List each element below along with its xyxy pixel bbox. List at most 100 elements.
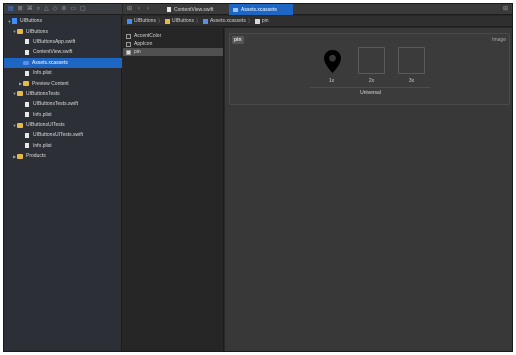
report-icon[interactable]: ▢ bbox=[80, 6, 86, 12]
asset-catalog-icon bbox=[202, 18, 208, 24]
tree-item-label: Preview Content bbox=[32, 80, 69, 87]
asset-item-label: AppIcon bbox=[134, 41, 153, 47]
tree-item-file[interactable]: Info.plist bbox=[4, 68, 122, 78]
image-set-icon bbox=[126, 49, 131, 55]
project-icon bbox=[12, 18, 17, 25]
asset-catalog-icon bbox=[23, 60, 29, 65]
swift-file-icon bbox=[25, 39, 29, 45]
symbol-icon[interactable]: ⌘ bbox=[27, 6, 33, 12]
chevron-right-icon: 〉 bbox=[157, 18, 163, 25]
tree-item-file[interactable]: UIButtonsApp.swift bbox=[4, 37, 122, 47]
image-set-name[interactable]: pin bbox=[232, 36, 244, 44]
breadcrumb-item[interactable]: Assets.xcassets bbox=[210, 18, 246, 24]
breadcrumb-item[interactable]: UIButtons bbox=[134, 18, 156, 24]
tree-item-label: UIButtonsUITests.swift bbox=[33, 132, 84, 139]
editor-area: ⊞ ‹ › ContentView.swift Assets.xcassets … bbox=[123, 4, 512, 351]
folder-icon bbox=[164, 18, 170, 24]
folder-icon bbox=[17, 29, 23, 35]
asset-list: AccentColor AppIcon pin bbox=[123, 28, 224, 351]
tree-item-label: Info.plist bbox=[33, 111, 52, 118]
tree-item-label: UIButtons bbox=[20, 18, 42, 25]
tree-item-label: ContentView.swift bbox=[33, 49, 73, 56]
asset-item-label: AccentColor bbox=[134, 33, 162, 39]
breadcrumb-item[interactable]: pin bbox=[262, 18, 269, 24]
tree-item-file[interactable]: UIButtonsUITests.swift bbox=[4, 130, 122, 140]
plist-file-icon bbox=[25, 112, 29, 118]
asset-item-appicon[interactable]: AppIcon bbox=[123, 40, 223, 48]
asset-item-accentcolor[interactable]: AccentColor bbox=[123, 32, 223, 40]
chevron-right-icon: 〉 bbox=[247, 18, 253, 25]
tab-contentview[interactable]: ContentView.swift bbox=[163, 4, 227, 15]
map-pin-icon bbox=[324, 50, 341, 73]
image-set-panel: pin Image 1x 2x 3x Universal bbox=[229, 33, 510, 105]
tab-assets[interactable]: Assets.xcassets bbox=[229, 4, 293, 15]
split-editor-icon[interactable]: ⊞ bbox=[503, 6, 508, 13]
search-icon[interactable]: ⌕ bbox=[37, 6, 40, 12]
tree-item-label: Assets.xcassets bbox=[32, 59, 68, 66]
asset-item-pin[interactable]: pin bbox=[123, 48, 223, 56]
tree-item-label: Info.plist bbox=[33, 142, 52, 149]
device-group-label: Universal bbox=[360, 90, 381, 96]
tab-label: ContentView.swift bbox=[174, 6, 214, 13]
xcode-window: ▤ ⊠ ⌘ ⌕ △ ◇ ⊜ ▭ ▢ ▼ UIButtons ▼ UIButton… bbox=[3, 3, 513, 352]
tree-item-label: UIButtonsTests.swift bbox=[33, 101, 79, 108]
breakpoint-icon[interactable]: ▭ bbox=[70, 6, 76, 12]
folder-icon bbox=[17, 122, 23, 128]
tree-item-file[interactable]: Info.plist bbox=[4, 141, 122, 151]
folder-icon bbox=[23, 81, 29, 87]
tree-item-label: Products bbox=[26, 153, 46, 160]
tree-item-file[interactable]: ContentView.swift bbox=[4, 47, 122, 57]
app-icon-set-icon bbox=[126, 41, 131, 47]
tree-item-file[interactable]: UIButtonsTests.swift bbox=[4, 99, 122, 109]
asset-catalog-icon bbox=[233, 7, 238, 12]
tree-item-file[interactable]: Info.plist bbox=[4, 110, 122, 120]
tree-item-folder[interactable]: ▼ UIButtonsUITests bbox=[4, 120, 122, 130]
swift-file-icon bbox=[25, 49, 29, 55]
chevron-right-icon[interactable]: › bbox=[147, 6, 149, 13]
swift-file-icon bbox=[25, 132, 29, 138]
tree-item-label: Info.plist bbox=[33, 70, 52, 77]
slot-label: 3x bbox=[408, 78, 415, 84]
tree-item-label: UIButtonsApp.swift bbox=[33, 38, 76, 45]
tree-item-folder[interactable]: ▶ Products bbox=[4, 151, 122, 161]
tree-item-label: UIButtons bbox=[26, 28, 48, 35]
image-set-type: Image bbox=[492, 37, 506, 43]
test-icon[interactable]: ◇ bbox=[53, 6, 58, 12]
breadcrumb: UIButtons 〉 UIButtons 〉 Assets.xcassets … bbox=[123, 16, 512, 27]
source-control-icon[interactable]: ⊠ bbox=[18, 6, 23, 12]
breadcrumb-item[interactable]: UIButtons bbox=[172, 18, 194, 24]
image-well-2x[interactable] bbox=[358, 47, 385, 74]
tree-item-folder[interactable]: ▼ UIButtons bbox=[4, 26, 122, 36]
tab-label: Assets.xcassets bbox=[241, 6, 277, 13]
tree-item-folder[interactable]: ▶ Preview Content bbox=[4, 78, 122, 88]
swift-file-icon bbox=[167, 7, 171, 12]
tree-item-assets[interactable]: Assets.xcassets bbox=[4, 57, 122, 68]
tree-item-project[interactable]: ▼ UIButtons bbox=[4, 16, 122, 26]
plist-file-icon bbox=[25, 143, 29, 149]
slot-label: 1x bbox=[328, 78, 335, 84]
divider bbox=[310, 87, 430, 88]
asset-canvas: pin Image 1x 2x 3x Universal bbox=[225, 28, 512, 351]
tree-item-label: UIButtonsTests bbox=[26, 90, 60, 97]
folder-icon bbox=[17, 153, 23, 159]
image-set-icon bbox=[254, 18, 260, 24]
project-icon bbox=[127, 18, 132, 24]
folder-icon bbox=[17, 91, 23, 97]
grid-icon[interactable]: ⊞ bbox=[127, 6, 132, 13]
debug-icon[interactable]: ⊜ bbox=[61, 6, 66, 12]
image-well-3x[interactable] bbox=[398, 47, 425, 74]
project-navigator: ▤ ⊠ ⌘ ⌕ △ ◇ ⊜ ▭ ▢ ▼ UIButtons ▼ UIButton… bbox=[4, 4, 122, 351]
issue-icon[interactable]: △ bbox=[44, 6, 49, 12]
swift-file-icon bbox=[25, 101, 29, 107]
tab-bar: ⊞ ‹ › ContentView.swift Assets.xcassets … bbox=[123, 4, 512, 15]
tree-item-label: UIButtonsUITests bbox=[26, 122, 65, 129]
asset-item-label: pin bbox=[134, 49, 141, 55]
folder-icon[interactable]: ▤ bbox=[8, 6, 14, 12]
image-well-1x[interactable] bbox=[318, 47, 345, 74]
navigator-toolbar: ▤ ⊠ ⌘ ⌕ △ ◇ ⊜ ▭ ▢ bbox=[4, 4, 122, 15]
slot-label: 2x bbox=[368, 78, 375, 84]
chevron-left-icon[interactable]: ‹ bbox=[138, 6, 140, 13]
color-set-icon bbox=[126, 33, 131, 39]
chevron-right-icon: 〉 bbox=[195, 18, 201, 25]
tree-item-folder[interactable]: ▼ UIButtonsTests bbox=[4, 89, 122, 99]
